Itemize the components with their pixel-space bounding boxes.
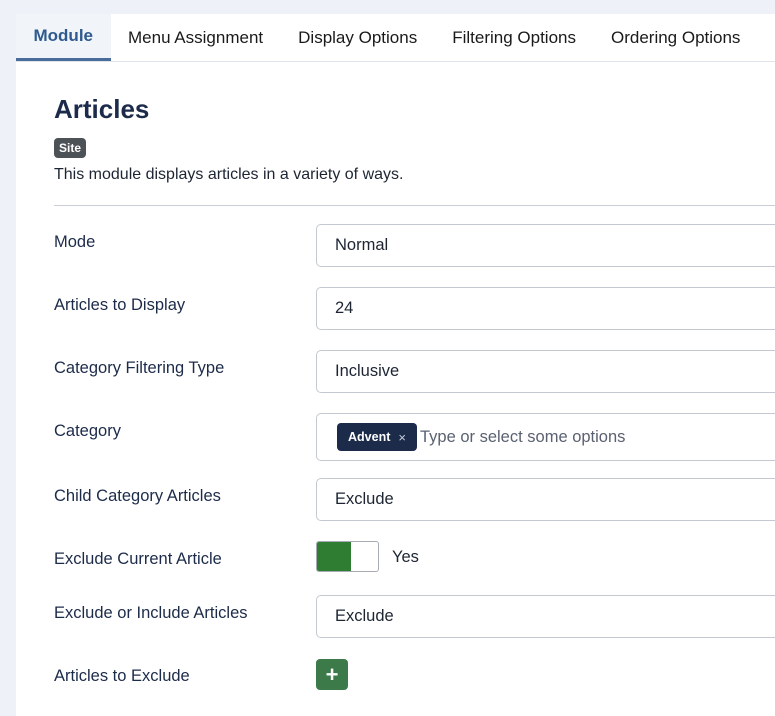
tab-filtering-options[interactable]: Filtering Options: [435, 14, 594, 61]
category-filtering-type-select[interactable]: Inclusive: [316, 350, 775, 393]
divider: [54, 205, 775, 206]
exclude-or-include-articles-value: Exclude: [335, 607, 394, 625]
child-category-articles-select[interactable]: Exclude: [316, 478, 775, 521]
page-title: Articles: [54, 94, 150, 124]
category-tag-label: Advent: [348, 430, 391, 444]
mode-label: Mode: [54, 233, 96, 251]
tab-ordering-options[interactable]: Ordering Options: [593, 14, 757, 61]
add-article-button[interactable]: +: [316, 659, 348, 690]
category-tag-advent: Advent ×: [337, 423, 417, 451]
category-filtering-type-value: Inclusive: [335, 362, 400, 380]
tab-bar: Module Menu Assignment Display Options F…: [16, 14, 775, 62]
category-filtering-type-label: Category Filtering Type: [54, 359, 225, 377]
category-multiselect[interactable]: Advent × Type or select some options: [316, 413, 775, 461]
articles-to-display-label: Articles to Display: [54, 296, 186, 314]
exclude-or-include-articles-select[interactable]: Exclude: [316, 595, 775, 638]
exclude-or-include-articles-label: Exclude or Include Articles: [54, 604, 248, 622]
category-label: Category: [54, 422, 121, 440]
plus-icon: +: [325, 661, 339, 687]
site-badge: Site: [54, 138, 87, 158]
mode-value: Normal: [335, 236, 389, 254]
tab-module[interactable]: Module: [16, 14, 111, 61]
mode-select[interactable]: Normal: [316, 224, 775, 267]
module-description: This module displays articles in a varie…: [54, 166, 404, 183]
articles-to-display-value: 24: [335, 299, 354, 317]
tab-display-options[interactable]: Display Options: [281, 14, 435, 61]
toggle-state-label: Yes: [392, 548, 419, 566]
child-category-articles-label: Child Category Articles: [54, 487, 221, 505]
remove-tag-icon[interactable]: ×: [398, 430, 406, 445]
tab-menu-assignment[interactable]: Menu Assignment: [111, 14, 281, 61]
child-category-articles-value: Exclude: [335, 490, 394, 508]
articles-to-exclude-label: Articles to Exclude: [54, 667, 190, 685]
toggle-on-indicator: [317, 542, 351, 571]
category-search-placeholder[interactable]: Type or select some options: [420, 428, 625, 447]
articles-to-display-input[interactable]: 24: [316, 287, 775, 330]
exclude-current-article-toggle[interactable]: [316, 541, 379, 572]
exclude-current-article-label: Exclude Current Article: [54, 550, 222, 568]
module-panel: Articles Site This module displays artic…: [16, 62, 775, 716]
